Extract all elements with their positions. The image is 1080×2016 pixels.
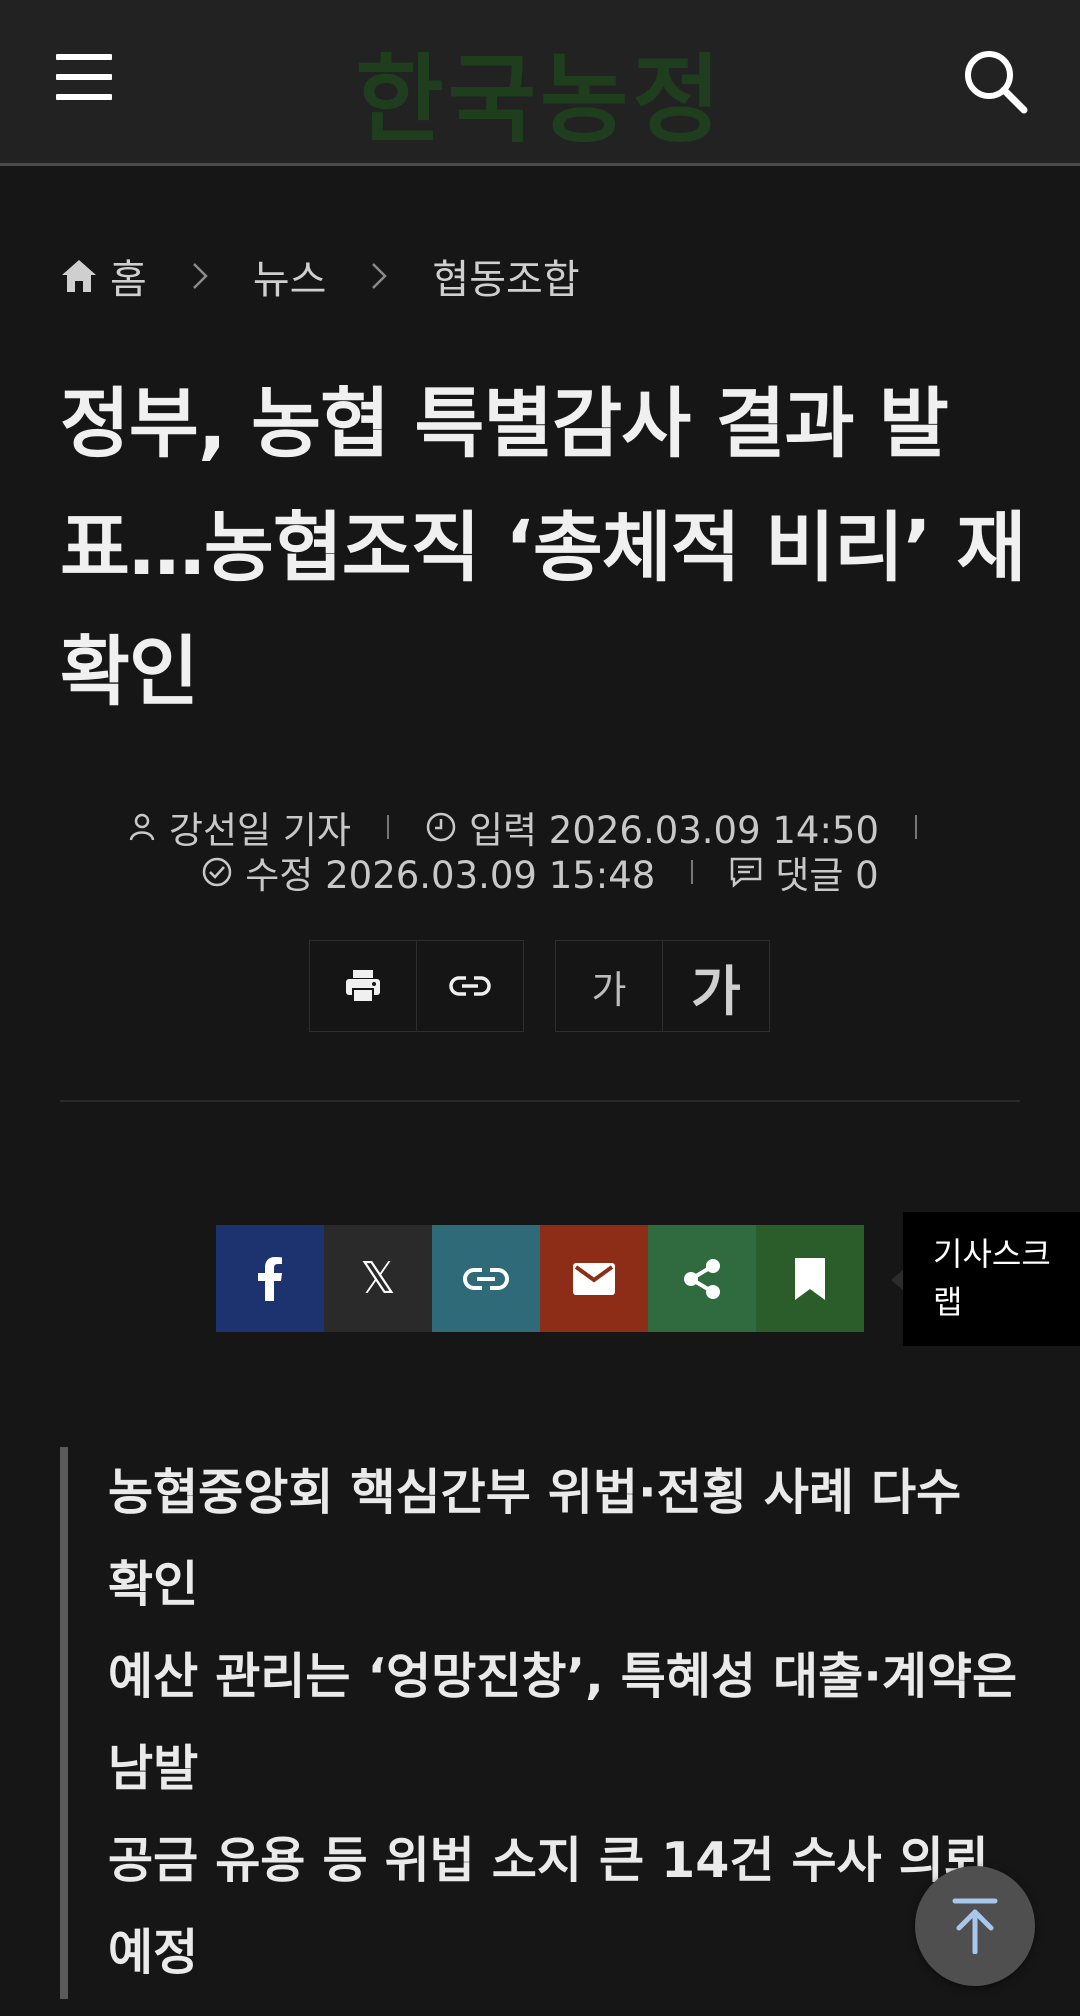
meta-separator — [386, 815, 389, 839]
font-size-tools: 가 가 — [555, 940, 770, 1032]
share-more-button[interactable] — [648, 1225, 756, 1332]
site-header: 한국농정 — [0, 0, 1080, 166]
font-large-label: 가 — [691, 959, 741, 1023]
print-button[interactable] — [309, 940, 417, 1032]
comment-icon — [731, 857, 762, 888]
search-icon[interactable] — [962, 48, 1028, 114]
clock-icon — [426, 812, 456, 842]
bookmark-icon — [795, 1257, 825, 1300]
article-meta-row-2: 수정 2026.03.09 15:48 댓글 0 — [0, 845, 1080, 899]
font-increase-button[interactable]: 가 — [663, 940, 770, 1032]
comment-count[interactable]: 댓글 0 — [729, 845, 879, 899]
breadcrumb-home[interactable]: 홈 — [110, 247, 147, 305]
share-icon — [684, 1258, 720, 1299]
share-facebook-button[interactable] — [216, 1225, 324, 1332]
check-circle-icon — [203, 857, 232, 887]
share-email-button[interactable] — [540, 1225, 648, 1332]
email-icon — [573, 1262, 615, 1295]
breadcrumb: 홈 뉴스 협동조합 — [60, 248, 580, 304]
breadcrumb-section[interactable]: 협동조합 — [432, 247, 579, 305]
tooltip-arrow — [891, 1270, 903, 1290]
bookmark-button[interactable] — [756, 1225, 864, 1332]
print-icon — [346, 970, 380, 1003]
modified-text: 수정 2026.03.09 15:48 — [245, 854, 656, 897]
meta-separator — [915, 815, 918, 839]
summary-line: 예산 관리는 ‘엉망진창’, 특혜성 대출·계약은 남발 — [108, 1648, 1018, 1797]
link-icon — [449, 976, 491, 996]
chevron-right-icon — [192, 263, 208, 289]
arrow-up-icon — [952, 1898, 998, 1954]
article-tools — [309, 940, 524, 1032]
scroll-to-top-button[interactable] — [915, 1866, 1035, 1986]
summary-line: 농협중앙회 핵심간부 위법·전횡 사례 다수 확인 — [108, 1464, 962, 1613]
site-logo[interactable]: 한국농정 — [0, 22, 1080, 161]
home-icon — [62, 260, 96, 292]
facebook-icon — [258, 1256, 282, 1301]
section-divider — [60, 1100, 1020, 1102]
article-title: 정부, 농협 특별감사 결과 발표…농협조직 ‘총체적 비리’ 재확인 — [60, 379, 1026, 716]
x-icon: 𝕏 — [360, 1253, 396, 1304]
share-x-button[interactable]: 𝕏 — [324, 1225, 432, 1332]
copy-link-button[interactable] — [417, 940, 524, 1032]
share-link-button[interactable] — [432, 1225, 540, 1332]
modified-time: 수정 2026.03.09 15:48 — [201, 845, 655, 899]
article-scrap-tooltip: 기사스크랩 — [903, 1212, 1080, 1346]
person-icon — [129, 813, 155, 841]
article-summary: 농협중앙회 핵심간부 위법·전횡 사례 다수 확인 예산 관리는 ‘엉망진창’,… — [60, 1447, 1020, 1999]
comment-count-text: 댓글 0 — [775, 854, 879, 897]
share-bar: 𝕏 — [216, 1225, 864, 1332]
chevron-right-icon — [372, 263, 388, 289]
summary-line: 공금 유용 등 위법 소지 큰 14건 수사 의뢰 예정 — [108, 1832, 989, 1981]
font-decrease-button[interactable]: 가 — [555, 940, 663, 1032]
breadcrumb-news[interactable]: 뉴스 — [253, 247, 327, 305]
font-small-label: 가 — [591, 967, 627, 1012]
meta-separator — [691, 860, 694, 884]
link-icon — [463, 1267, 509, 1290]
